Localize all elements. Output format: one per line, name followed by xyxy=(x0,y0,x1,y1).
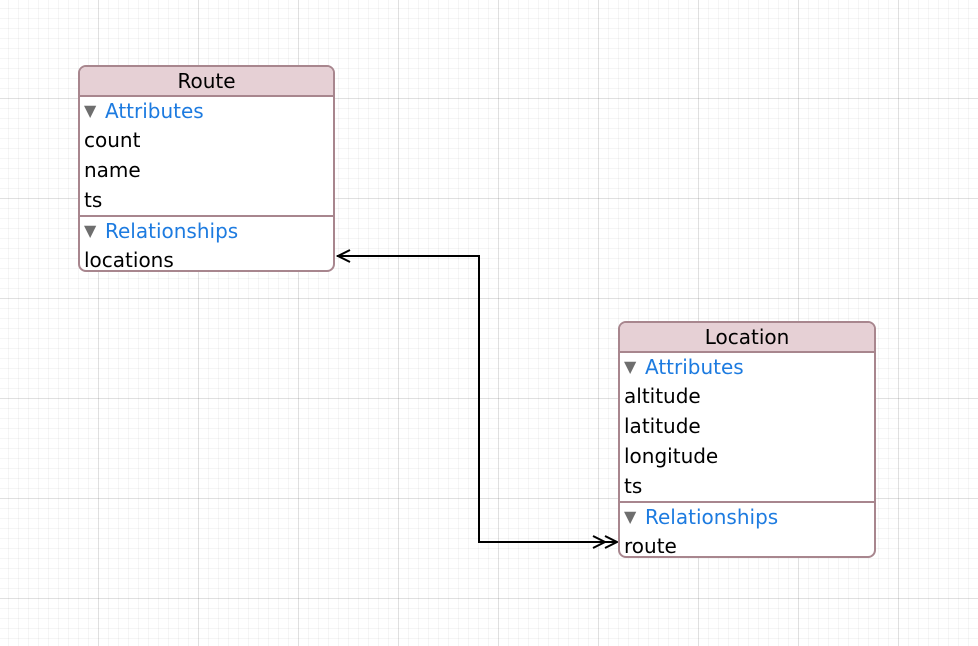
model-editor-canvas[interactable]: Route ▼ Attributes count name ts ▼ Relatio… xyxy=(0,0,978,646)
relationship-row[interactable]: route xyxy=(620,531,874,556)
disclosure-triangle-icon[interactable]: ▼ xyxy=(624,353,645,381)
attribute-row[interactable]: latitude xyxy=(620,411,874,441)
relationships-label: Relationships xyxy=(645,505,779,529)
entity-route[interactable]: Route ▼ Attributes count name ts ▼ Relatio… xyxy=(78,65,335,272)
attribute-row[interactable]: altitude xyxy=(620,381,874,411)
attributes-label: Attributes xyxy=(645,355,744,379)
attribute-row[interactable]: count xyxy=(80,125,333,155)
attribute-row[interactable]: ts xyxy=(80,185,333,215)
attribute-row[interactable]: name xyxy=(80,155,333,185)
attribute-row[interactable]: longitude xyxy=(620,441,874,471)
relationship-line[interactable] xyxy=(337,255,617,543)
disclosure-triangle-icon[interactable]: ▼ xyxy=(84,217,105,245)
entity-title[interactable]: Location xyxy=(620,323,874,353)
relationships-label: Relationships xyxy=(105,219,239,243)
disclosure-triangle-icon[interactable]: ▼ xyxy=(624,503,645,531)
relationships-section-header[interactable]: ▼ Relationships xyxy=(80,217,333,245)
attributes-label: Attributes xyxy=(105,99,204,123)
entity-location[interactable]: Location ▼ Attributes altitude latitude l… xyxy=(618,321,876,558)
relationship-row[interactable]: locations xyxy=(80,245,333,270)
entity-title[interactable]: Route xyxy=(80,67,333,97)
disclosure-triangle-icon[interactable]: ▼ xyxy=(84,97,105,125)
relationships-section-header[interactable]: ▼ Relationships xyxy=(620,503,874,531)
attributes-section-header[interactable]: ▼ Attributes xyxy=(620,353,874,381)
attribute-row[interactable]: ts xyxy=(620,471,874,501)
attributes-section-header[interactable]: ▼ Attributes xyxy=(80,97,333,125)
